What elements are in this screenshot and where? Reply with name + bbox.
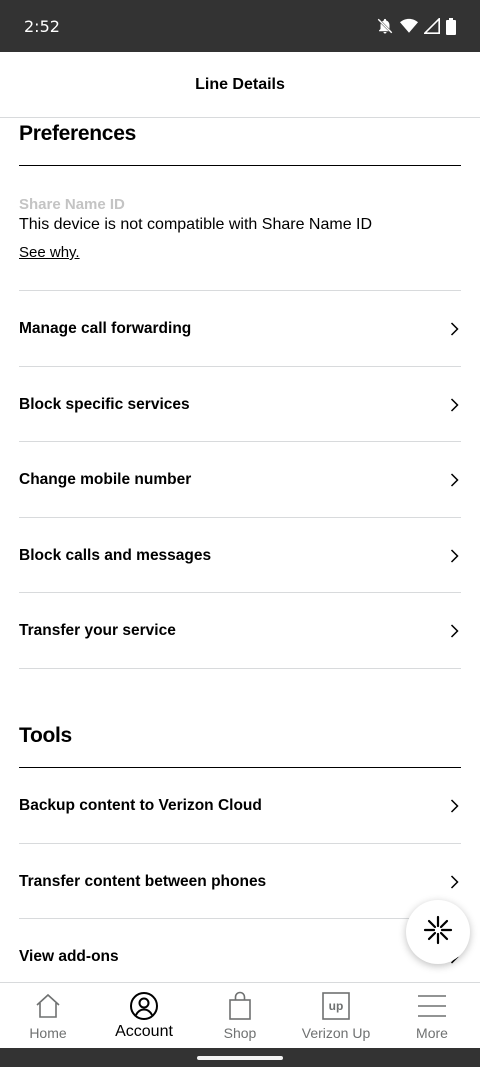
status-time: 2:52 [24,16,60,36]
page-title: Line Details [195,75,285,93]
nav-account[interactable]: Account [96,983,192,1048]
list-item-label: Block specific services [19,395,190,413]
list-item-label: Backup content to Verizon Cloud [19,796,262,814]
nav-verizon-up[interactable]: up Verizon Up [288,983,384,1048]
assistant-fab[interactable] [406,900,470,964]
share-name-id-label: Share Name ID [19,196,125,213]
home-icon [34,991,62,1021]
row-divider [19,668,461,669]
wifi-icon [400,18,418,34]
share-name-id-message: This device is not compatible with Share… [19,216,373,233]
sparkle-assistant-icon [423,915,453,950]
line-details-content[interactable]: Preferences Share Name ID This device is… [0,118,480,982]
list-item-label: View add-ons [19,947,119,965]
chevron-right-icon [447,874,461,889]
status-bar: 2:52 [0,0,480,52]
block-calls-and-messages-row[interactable]: Block calls and messages [0,518,480,593]
list-item-label: Transfer content between phones [19,872,267,890]
nav-label: Account [115,1023,173,1040]
nav-label: Shop [223,1025,257,1041]
list-item-label: Change mobile number [19,470,192,488]
status-icons [376,17,456,35]
nav-more[interactable]: More [384,983,480,1048]
nav-shop[interactable]: Shop [192,983,288,1048]
preferences-section-title: Preferences [19,122,136,145]
nav-home[interactable]: Home [0,983,96,1048]
bell-off-icon [376,17,394,35]
menu-icon [417,991,447,1021]
home-gesture-handle[interactable] [197,1055,283,1060]
system-gesture-bar [0,1048,480,1067]
bottom-navigation: Home Account Shop up Verizon Up More [0,982,480,1048]
list-item-label: Block calls and messages [19,546,212,564]
see-why-link[interactable]: See why. [19,244,80,261]
battery-icon [446,17,456,35]
tools-section-title: Tools [19,724,72,747]
page-header: Line Details [0,52,480,118]
list-item-label: Manage call forwarding [19,319,192,337]
nav-label: Home [29,1025,67,1041]
section-divider [19,165,461,166]
chevron-right-icon [447,798,461,813]
change-mobile-number-row[interactable]: Change mobile number [0,442,480,517]
shopping-bag-icon [227,991,253,1021]
list-item-label: Transfer your service [19,621,176,639]
chevron-right-icon [447,623,461,638]
chevron-right-icon [447,321,461,336]
nav-label: Verizon Up [301,1025,371,1041]
chevron-right-icon [447,548,461,563]
backup-to-verizon-cloud-row[interactable]: Backup content to Verizon Cloud [0,768,480,843]
signal-icon [424,18,440,34]
block-specific-services-row[interactable]: Block specific services [0,367,480,442]
svg-text:up: up [329,999,344,1013]
transfer-content-between-phones-row[interactable]: Transfer content between phones [0,844,480,919]
manage-call-forwarding-row[interactable]: Manage call forwarding [0,291,480,366]
transfer-your-service-row[interactable]: Transfer your service [0,593,480,668]
verizon-up-icon: up [322,991,350,1021]
account-icon [129,991,159,1021]
nav-label: More [416,1025,448,1041]
chevron-right-icon [447,397,461,412]
chevron-right-icon [447,472,461,487]
